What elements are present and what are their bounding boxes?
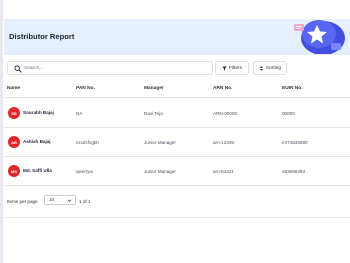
toolbar: Filters Sorting bbox=[4, 61, 350, 75]
divider bbox=[4, 217, 350, 218]
cell-name: Sourabh Bajaj bbox=[23, 110, 54, 115]
items-per-page-select[interactable]: 10 bbox=[44, 195, 76, 205]
filter-icon bbox=[222, 66, 227, 70]
cell-manager: Junior Manager bbox=[144, 169, 176, 174]
column-header-arn[interactable]: ARN No. bbox=[213, 86, 232, 91]
cell-name: Ashish Bajaj bbox=[23, 139, 51, 144]
search-icon bbox=[14, 65, 22, 73]
table-row[interactable]: SB Sourabh Bajaj NA Ravi Teja ARN-00000 … bbox=[4, 99, 350, 128]
column-header-pan[interactable]: PAN No. bbox=[76, 86, 95, 91]
table-header-row: Name PAN No. Manager ARN No. EUIN No. bbox=[4, 80, 350, 98]
page-range: 1 of 1 bbox=[79, 199, 91, 204]
page-size-value: 10 bbox=[49, 197, 55, 202]
avatar: MS bbox=[8, 165, 20, 177]
pagination: Items per page 10 1 of 1 bbox=[4, 195, 350, 207]
column-header-name[interactable]: Name bbox=[7, 86, 20, 91]
avatar: AB bbox=[8, 136, 20, 148]
left-border bbox=[0, 0, 3, 263]
sorting-button[interactable]: Sorting bbox=[253, 61, 287, 75]
table-row[interactable]: AB Ashish Bajaj cxxdcfvgbh Junior Manage… bbox=[4, 128, 350, 157]
cell-pan: qwertyui bbox=[76, 169, 94, 174]
header-illustration bbox=[294, 20, 345, 54]
cell-name: Md. Saffi Ulla bbox=[23, 168, 52, 173]
cell-arn: arn-12345 bbox=[213, 140, 234, 145]
cell-manager: Ravi Teja bbox=[144, 111, 163, 116]
cell-euin: e83698493 bbox=[282, 169, 305, 174]
column-header-euin[interactable]: EUIN No. bbox=[282, 86, 303, 91]
filters-button[interactable]: Filters bbox=[215, 61, 249, 75]
page-title: Distributor Report bbox=[9, 32, 75, 41]
cell-manager: Junior Manager bbox=[144, 140, 176, 145]
cell-arn: arn-54321 bbox=[213, 169, 234, 174]
avatar: SB bbox=[8, 107, 20, 119]
cell-pan: NA bbox=[76, 111, 83, 116]
column-header-manager[interactable]: Manager bbox=[144, 86, 164, 91]
cell-euin: 00000 bbox=[282, 111, 295, 116]
sort-icon bbox=[259, 65, 263, 71]
cell-pan: cxxdcfvgbh bbox=[76, 140, 99, 145]
items-per-page-label: Items per page bbox=[7, 199, 38, 204]
filters-label: Filters bbox=[228, 65, 243, 71]
table-row[interactable]: MS Md. Saffi Ulla qwertyui Junior Manage… bbox=[4, 157, 350, 186]
search-input[interactable] bbox=[24, 63, 210, 73]
chevron-down-icon bbox=[67, 199, 72, 202]
sorting-label: Sorting bbox=[265, 65, 282, 71]
cell-arn: ARN-00000 bbox=[213, 111, 238, 116]
search-box[interactable] bbox=[7, 61, 213, 75]
report-header: Distributor Report bbox=[4, 19, 350, 55]
cell-euin: e374833680 bbox=[282, 140, 308, 145]
